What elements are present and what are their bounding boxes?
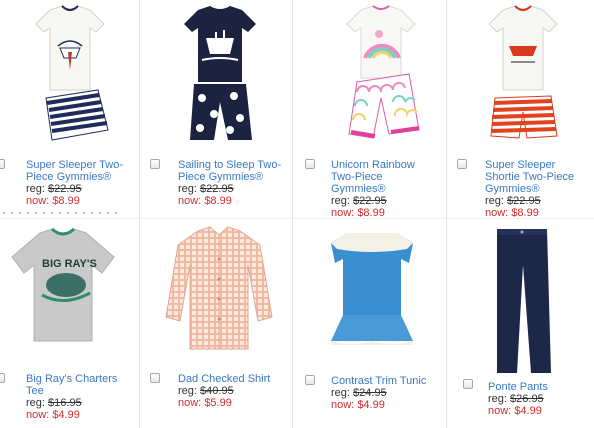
tunic-icon[interactable] [317,229,427,359]
now-label: now: [331,207,355,219]
regular-price: reg: $22.95 [26,183,82,195]
product-grid: Super Sleeper Two-Piece Gymmies® reg: $2… [0,0,594,428]
regular-price: reg: $24.95 [331,387,387,399]
product-card[interactable]: Unicorn Rainbow Two-Piece Gymmies® reg: … [293,0,446,219]
shortie-pajama-icon[interactable] [473,2,573,144]
reg-price-value: $24.95 [353,387,387,399]
product-name-link[interactable]: Ponte Pants [488,381,588,393]
product-name-link[interactable]: Dad Checked Shirt [178,373,290,385]
product-name-link[interactable]: Unicorn Rainbow Two-Piece Gymmies® [331,159,431,195]
regular-price: reg: $22.95 [178,183,234,195]
regular-price: reg: $40.95 [178,385,234,397]
compare-checkbox[interactable] [150,373,160,383]
reg-label: reg: [178,183,197,195]
product-card[interactable]: Dad Checked Shirt reg: $40.95 now: $5.99 [140,219,292,428]
reg-price-value: $22.95 [353,195,387,207]
pants-icon[interactable] [487,225,557,375]
sale-price: now: $8.99 [26,195,80,207]
reg-price-value: $16.95 [48,397,82,409]
now-price-value: $8.99 [511,207,539,219]
product-card[interactable]: Sailing to Sleep Two-Piece Gymmies® reg:… [140,0,292,218]
sale-price: now: $4.99 [488,405,542,417]
product-name-link[interactable]: Big Ray's Charters Tee [26,373,136,397]
compare-checkbox[interactable] [0,159,5,169]
product-card[interactable]: Super Sleeper Two-Piece Gymmies® reg: $2… [0,0,139,218]
now-label: now: [26,409,50,421]
reg-label: reg: [331,195,350,207]
product-name-link[interactable]: Super Sleeper Shortie Two-Piece Gymmies® [485,159,593,195]
regular-price: reg: $22.95 [331,195,387,207]
compare-checkbox[interactable] [457,159,467,169]
now-label: now: [485,207,509,219]
product-card[interactable]: Contrast Trim Tunic reg: $24.95 now: $4.… [293,219,446,428]
sale-price: now: $8.99 [331,207,385,219]
tee-icon[interactable]: BIG RAY'S [4,227,122,345]
reg-price-value: $22.95 [48,183,82,195]
product-name-link[interactable]: Super Sleeper Two-Piece Gymmies® [26,159,136,183]
now-price-value: $8.99 [52,195,80,207]
compare-checkbox[interactable] [150,159,160,169]
reg-price-value: $26.95 [510,393,544,405]
now-price-value: $4.99 [52,409,80,421]
reg-price-value: $22.95 [200,183,234,195]
ship-pajama-icon[interactable] [170,2,270,144]
product-name-link[interactable]: Sailing to Sleep Two-Piece Gymmies® [178,159,290,183]
now-label: now: [178,397,202,409]
reg-price-value: $40.95 [200,385,234,397]
sale-price: now: $4.99 [331,399,385,411]
compare-checkbox[interactable] [463,379,473,389]
product-name-link[interactable]: Contrast Trim Tunic [331,375,443,387]
now-label: now: [488,405,512,417]
now-label: now: [178,195,202,207]
reg-label: reg: [488,393,507,405]
reg-label: reg: [26,397,45,409]
regular-price: reg: $22.95 [485,195,541,207]
reg-label: reg: [331,387,350,399]
sale-price: now: $5.99 [178,397,232,409]
product-card[interactable]: Super Sleeper Shortie Two-Piece Gymmies®… [447,0,594,219]
reg-price-value: $22.95 [507,195,541,207]
unicorn-pajama-icon[interactable] [333,2,429,144]
now-price-value: $4.99 [514,405,542,417]
compare-checkbox[interactable] [0,373,5,383]
now-price-value: $8.99 [204,195,232,207]
sale-price: now: $8.99 [485,207,539,219]
regular-price: reg: $26.95 [488,393,544,405]
now-price-value: $4.99 [357,399,385,411]
reg-label: reg: [485,195,504,207]
now-label: now: [26,195,50,207]
product-card[interactable]: BIG RAY'S Big Ray's Charters Tee reg: $1… [0,219,139,428]
now-label: now: [331,399,355,411]
compare-checkbox[interactable] [305,159,315,169]
sale-price: now: $8.99 [178,195,232,207]
swatch-dots [0,211,120,215]
reg-label: reg: [26,183,45,195]
shirt-print-text: BIG RAY'S [42,258,97,270]
now-price-value: $8.99 [357,207,385,219]
reg-label: reg: [178,385,197,397]
regular-price: reg: $16.95 [26,397,82,409]
checked-shirt-icon[interactable] [160,225,278,355]
compare-checkbox[interactable] [305,375,315,385]
shark-pajama-icon[interactable] [22,2,118,144]
product-card[interactable]: Ponte Pants reg: $26.95 now: $4.99 [447,219,594,428]
sale-price: now: $4.99 [26,409,80,421]
now-price-value: $5.99 [204,397,232,409]
